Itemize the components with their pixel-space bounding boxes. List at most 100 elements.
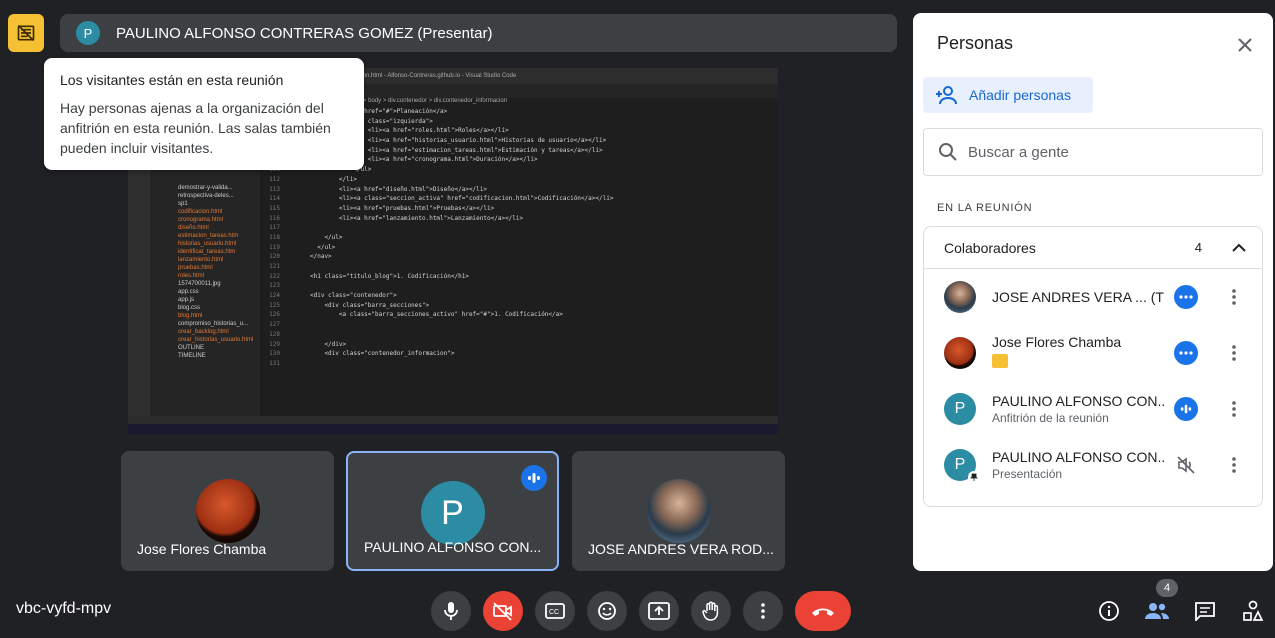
presenting-icon [968,471,980,483]
avatar [195,479,260,543]
visitors-badge-button[interactable] [8,14,44,52]
file-item: estimacion_tareas.htm [178,233,239,239]
end-call-button[interactable] [795,591,851,631]
more-options-button[interactable] [1224,285,1244,309]
line-number: 129 [269,340,280,348]
file-item: TIMELINE [178,353,206,359]
chat-button[interactable] [1191,597,1219,625]
more-options-button[interactable] [1224,341,1244,365]
file-item: codificacion.html [178,209,223,215]
code-text: <a class="barra_secciones_activo" href="… [310,311,563,319]
file-item: historias_usuario.html [178,241,237,247]
visitor-tag-icon [992,353,1008,368]
code-line: 116 <li><a href="lanzamiento.html">Lanza… [260,215,778,225]
close-icon [1238,38,1252,52]
avatar: P [420,481,485,545]
group-header[interactable]: Colaboradores 4 [924,227,1262,269]
svg-text:CC: CC [549,609,559,616]
participant-group: Colaboradores 4 JOSE ANDRES VERA ... (Tú… [923,226,1263,507]
avatar [646,479,711,543]
activities-button[interactable] [1239,597,1267,625]
list-item[interactable]: P PAULINO ALFONSO CON... Anfitrión de la… [924,381,1262,437]
participant-name: PAULINO ALFONSO CON... [992,393,1164,409]
meeting-details-button[interactable] [1095,597,1123,625]
list-item[interactable]: P PAULINO ALFONSO CON... Presentación [924,437,1262,493]
present-screen-button[interactable] [639,591,679,631]
line-number: 126 [269,311,280,319]
raise-hand-button[interactable] [691,591,731,631]
code-line: 131 [260,360,778,370]
more-options-button[interactable] [743,591,783,631]
code-line: 123 [260,282,778,292]
more-options-button[interactable] [1224,453,1244,477]
line-number: 122 [269,272,280,280]
emoji-icon [598,602,616,620]
reactions-button[interactable] [587,591,627,631]
more-vert-icon [1232,457,1236,473]
camera-off-button[interactable] [483,591,523,631]
more-actions-icon[interactable] [1174,341,1198,365]
line-number: 119 [269,243,280,251]
code-line: 130 <div class="contenedor_informacion"> [260,350,778,360]
people-button[interactable] [1143,597,1171,625]
visitor-notice-title: Los visitantes están en esta reunión [60,72,284,88]
add-people-button[interactable]: Añadir personas [923,77,1093,113]
hand-icon [702,601,719,621]
list-item[interactable]: JOSE ANDRES VERA ... (Tú) [924,269,1262,325]
code-text: <li><a href="diseño.html">Diseño</a></li… [310,185,488,193]
presenter-bar[interactable]: P PAULINO ALFONSO CONTRERAS GOMEZ (Prese… [60,14,897,52]
vscode-status-bar [128,416,778,424]
phone-hangup-icon [812,608,834,616]
search-input[interactable] [968,143,1248,161]
visitor-notice-body: Hay personas ajenas a la organización de… [60,100,331,156]
info-icon [1099,601,1119,621]
line-number: 125 [269,301,280,309]
microphone-icon [444,602,458,620]
tile-name: Jose Flores Chamba [137,541,267,557]
file-item: blog.html [178,313,203,319]
file-item: 1574700011.jpg [178,281,221,287]
list-item[interactable]: Jose Flores Chamba [924,325,1262,381]
people-search[interactable] [923,128,1263,176]
file-item: retrospectiva-deles... [178,193,234,199]
avatar [944,337,976,369]
more-vert-icon [1232,345,1236,361]
participant-tile[interactable]: Jose Flores Chamba [121,451,334,571]
line-number: 123 [269,282,280,290]
more-options-button[interactable] [1224,397,1244,421]
line-number: 120 [269,253,280,261]
code-line: 125 <div class="barra_secciones"> [260,302,778,312]
avatar [944,281,976,313]
section-label: EN LA REUNIÓN [937,202,1033,214]
code-line: 127 [260,321,778,331]
code-line: 113 <li><a href="diseño.html">Diseño</a>… [260,186,778,196]
close-panel-button[interactable] [1233,33,1257,57]
add-people-label: Añadir personas [969,87,1071,103]
code-text: <div class="contenedor_informacion"> [310,350,455,358]
code-line: 122 <h1 class="titulo_blog">1. Codificaci… [260,273,778,283]
code-text: </div> [310,340,347,348]
avatar: P [944,449,980,483]
code-line: 124 <div class="contenedor"> [260,292,778,302]
avatar: P [944,393,976,425]
code-line: 121 [260,263,778,273]
line-number: 112 [269,175,280,183]
captions-button[interactable]: CC [535,591,575,631]
microphone-button[interactable] [431,591,471,631]
code-line: 118 </ul> [260,234,778,244]
file-item: lanzamiento.html [178,257,224,263]
file-item: diseño.html [178,225,209,231]
line-number: 118 [269,233,280,241]
file-item: blog.css [178,305,201,311]
code-line: 128 [260,331,778,341]
participant-tile[interactable]: JOSE ANDRES VERA ROD... [572,451,785,571]
more-actions-icon[interactable] [1174,285,1198,309]
line-number: 121 [269,263,280,270]
file-item: cronograma.html [178,217,224,223]
line-number: 116 [269,214,280,222]
group-count: 4 [1194,240,1202,255]
code-text: <li><a class="seccion_activa" href="codi… [310,195,614,203]
people-count-badge: 4 [1156,579,1178,597]
participant-name: JOSE ANDRES VERA ... (Tú) [992,289,1164,305]
participant-tile-active[interactable]: P PAULINO ALFONSO CON... [346,451,559,571]
